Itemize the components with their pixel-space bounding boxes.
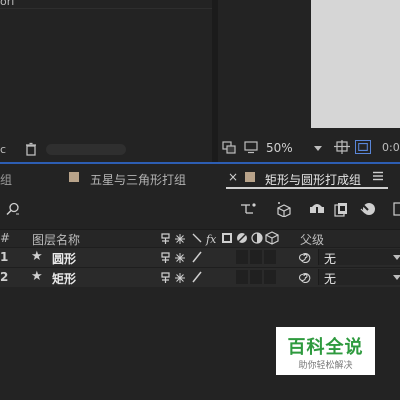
project-footer-label: c [0,143,7,156]
layer-row[interactable]: 2 ★ 矩形 无 [0,267,400,287]
layer-name[interactable]: 矩形 [52,270,76,287]
watermark-title: 百科全说 [287,337,364,358]
column-parent[interactable]: 父级 [300,231,324,248]
project-item-label[interactable]: orl [0,0,14,8]
draft-3d-icon[interactable] [275,201,293,217]
layer-number: 2 [0,270,9,284]
monitor-icon[interactable] [244,140,258,154]
comp-color-swatch [69,172,79,182]
shape-layer-star-icon: ★ [31,249,43,264]
svg-text:fx: fx [205,233,217,246]
parent-dropdown[interactable]: 无 [318,249,400,266]
project-scrollbar[interactable] [46,144,126,155]
switch-box[interactable] [250,270,262,284]
layer-switches-icon[interactable] [160,269,230,285]
watermark-subtitle: 助你轻松解决 [298,361,353,371]
layer-number: 1 [0,250,9,264]
switch-box[interactable] [264,270,276,284]
zoom-dropdown[interactable]: 50% [266,139,326,157]
tab-comp-2[interactable]: 五星与三角形打组 [90,171,186,188]
divider [0,8,212,9]
panel-menu-icon[interactable] [373,171,383,181]
parent-value: 无 [324,252,337,266]
composition-flowchart-icon[interactable] [240,201,258,217]
chevron-down-icon [393,255,400,260]
parent-dropdown[interactable]: 无 [318,269,400,286]
watermark-logo: 百科全说 助你轻松解决 [276,327,375,375]
layer-search-input[interactable] [0,197,225,219]
parent-value: 无 [324,272,337,286]
active-tab-indicator [226,187,388,189]
chevron-down-icon [314,146,322,151]
motion-blur-icon[interactable] [360,201,376,217]
shape-layer-star-icon: ★ [31,269,43,284]
switch-box[interactable] [236,270,248,284]
column-layer-name[interactable]: 图层名称 [32,231,80,248]
frame-blending-icon[interactable] [334,201,350,217]
layer-switches-header-icon[interactable]: fx [160,230,294,246]
composition-canvas[interactable] [311,0,400,128]
current-time[interactable]: 0:0 [382,141,400,154]
close-icon[interactable]: × [228,170,238,184]
switch-box[interactable] [250,250,262,264]
layer-row[interactable]: 1 ★ 圆形 无 [0,247,400,267]
switch-box[interactable] [236,250,248,264]
graph-editor-icon[interactable] [393,201,400,217]
always-preview-icon[interactable] [222,140,236,154]
switch-box[interactable] [264,250,276,264]
tab-comp-1[interactable]: 组 [0,171,12,188]
project-panel [0,0,212,162]
layer-switch-boxes[interactable] [236,270,278,284]
transparency-grid-icon[interactable] [355,140,371,154]
column-number[interactable]: # [0,231,10,245]
region-of-interest-icon[interactable] [334,140,350,154]
parent-pick-whip-icon[interactable] [297,249,311,263]
layer-switch-boxes[interactable] [236,250,278,264]
chevron-down-icon [393,275,400,280]
layer-name[interactable]: 圆形 [52,250,76,267]
hide-shy-layers-icon[interactable] [308,201,326,217]
tab-comp-3-active[interactable]: 矩形与圆形打成组 [265,171,361,188]
parent-pick-whip-icon[interactable] [297,269,311,283]
trash-icon[interactable] [24,142,38,156]
comp-color-swatch [245,172,255,182]
search-icon [6,202,19,216]
zoom-value: 50% [266,141,293,155]
layer-switches-icon[interactable] [160,249,230,265]
